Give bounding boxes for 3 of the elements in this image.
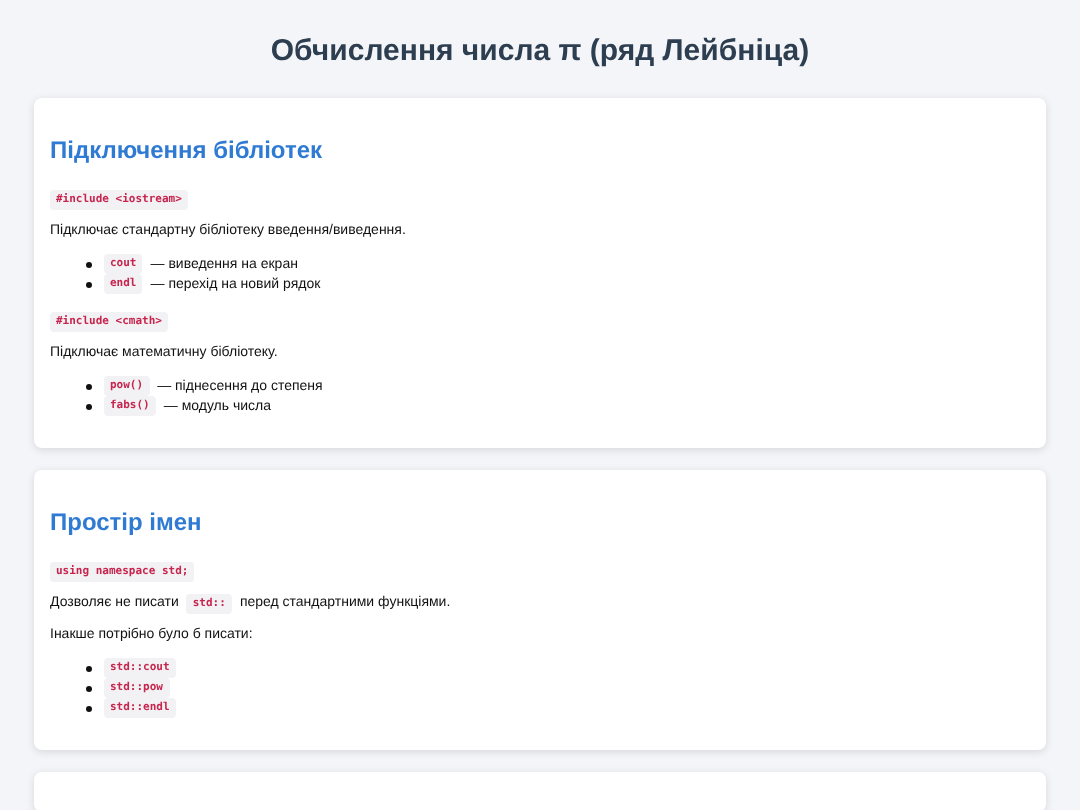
page-title: Обчислення числа π (ряд Лейбніца) <box>268 32 812 72</box>
section-heading: Підключення бібліотек <box>50 134 325 166</box>
section-heading: Простір імен <box>50 506 204 538</box>
